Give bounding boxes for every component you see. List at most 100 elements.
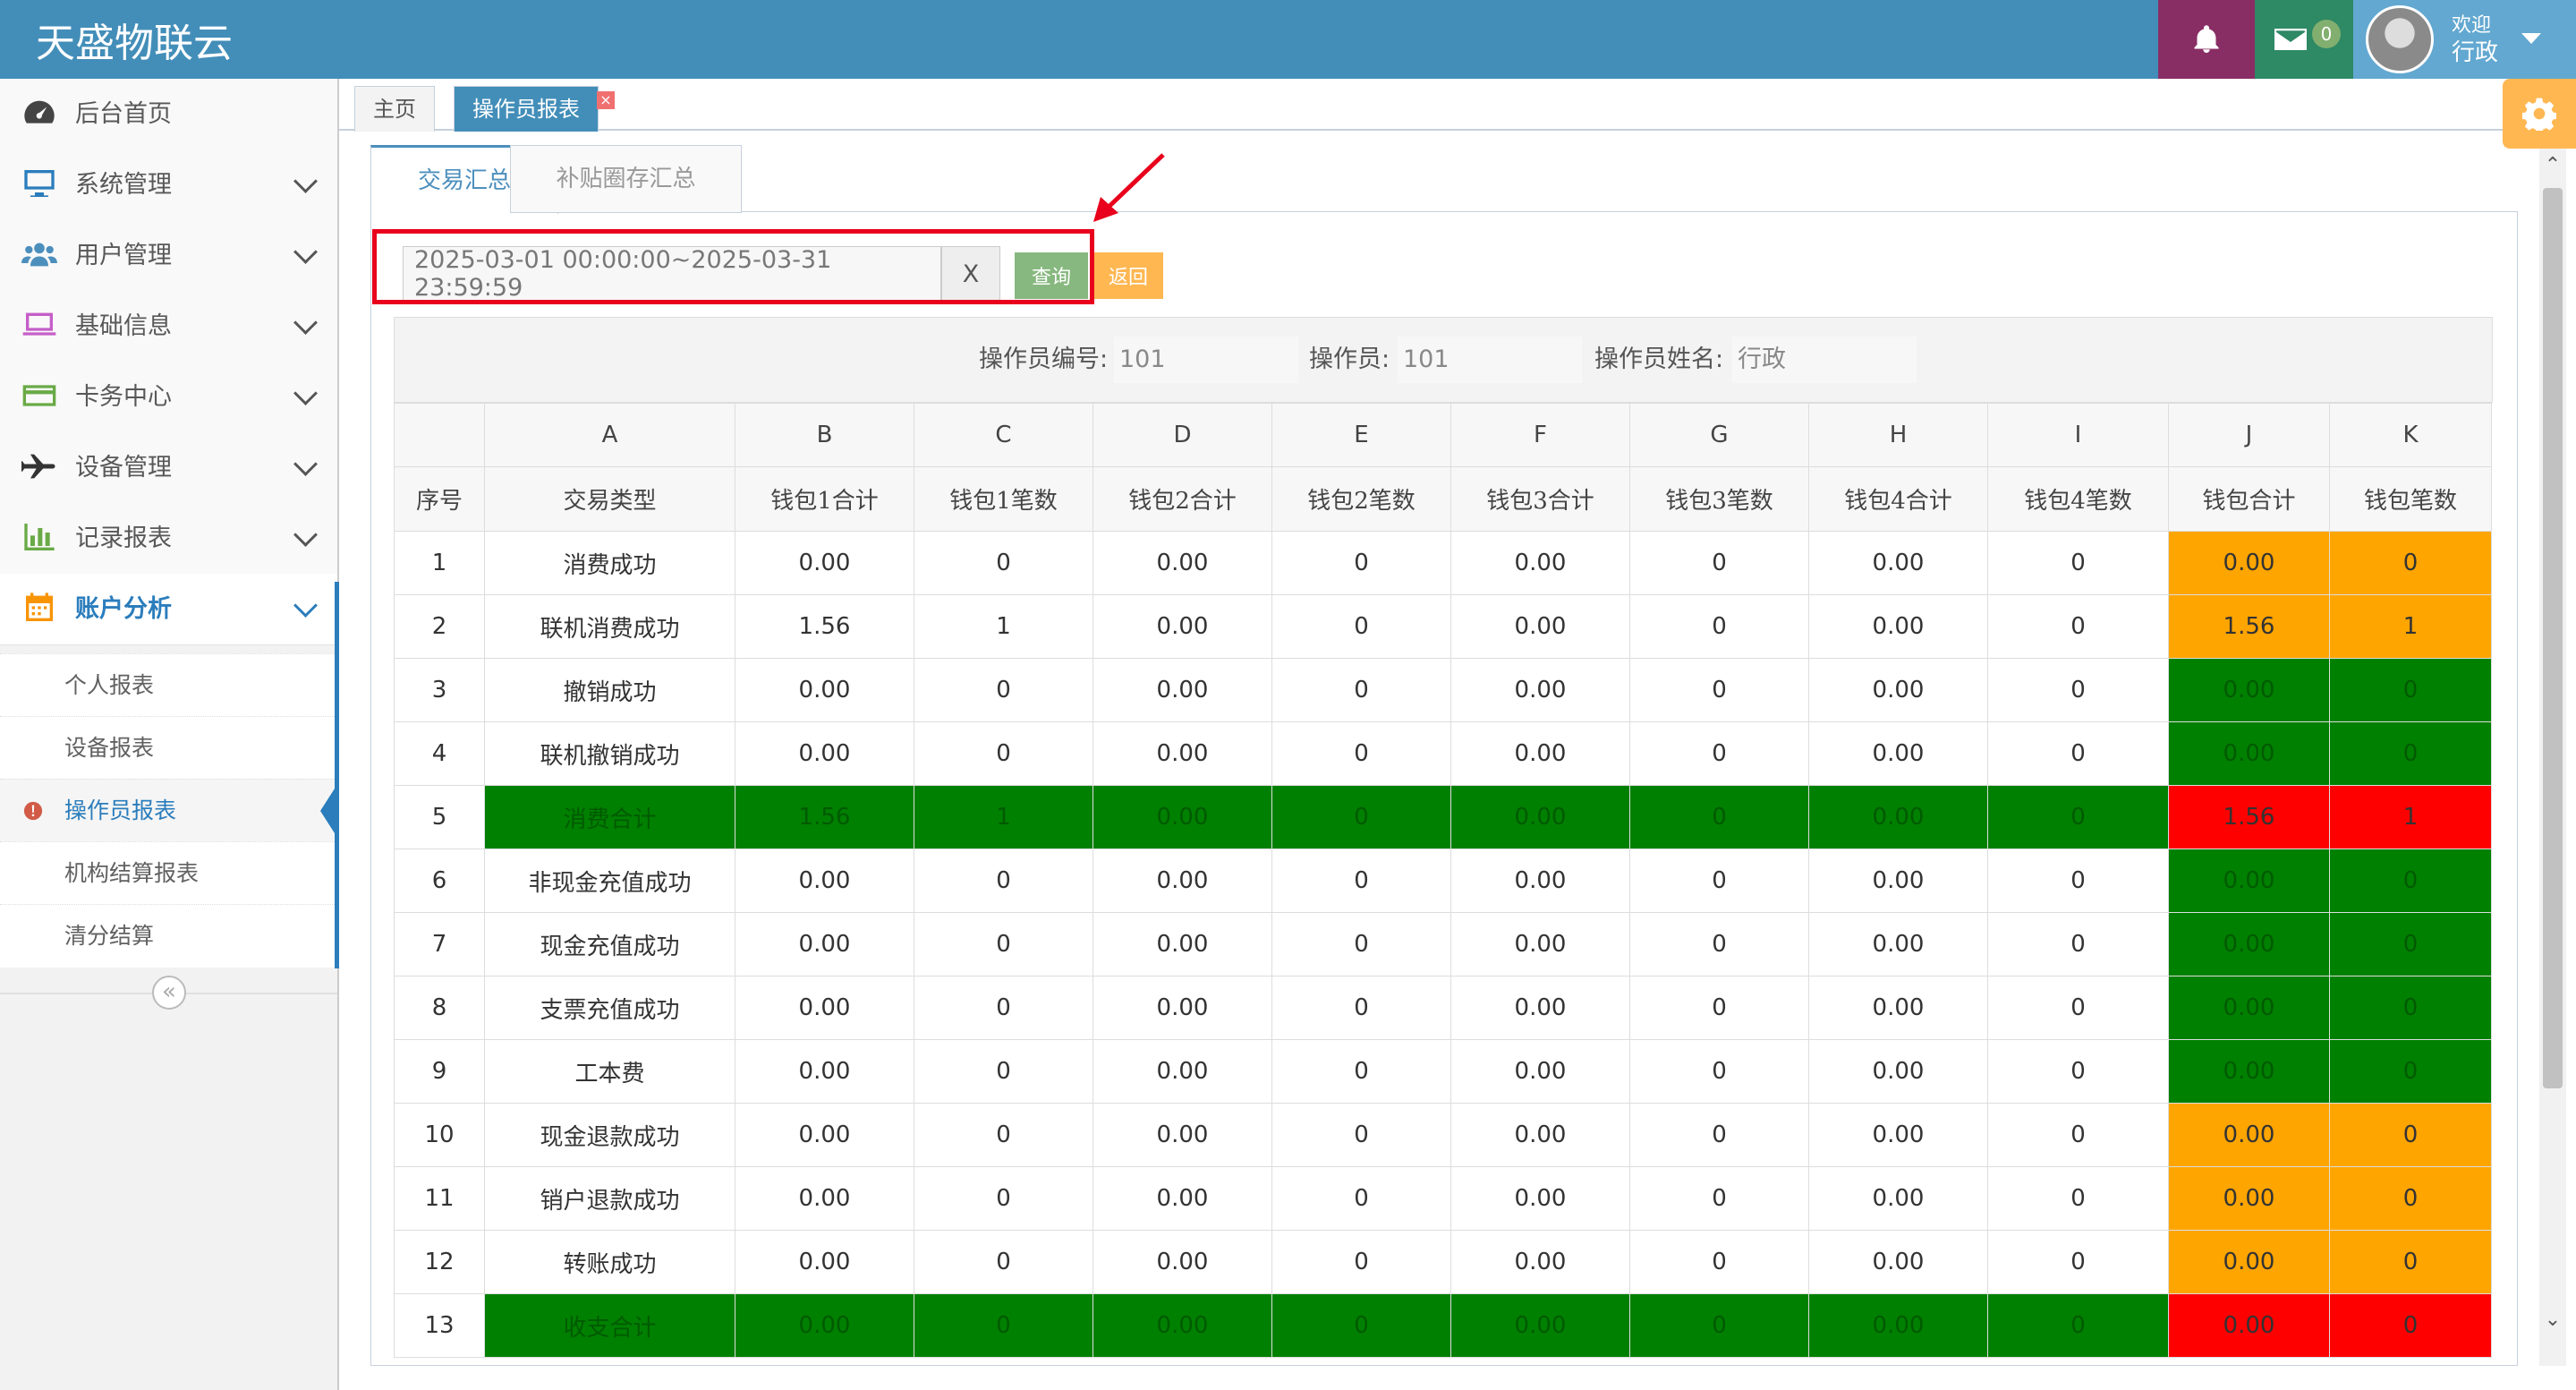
table-cell: 0 (1987, 1103, 2169, 1167)
scroll-down-icon[interactable]: ⌄ (2541, 1309, 2564, 1332)
table-cell: 0 (2329, 1230, 2492, 1294)
table-cell: 0.00 (1450, 912, 1630, 976)
table-cell: 0 (1271, 658, 1451, 722)
table-cell: 0 (1271, 531, 1451, 595)
tab-subsidy-summary[interactable]: 补贴圈存汇总 (510, 145, 742, 213)
column-header: 钱包合计 (2168, 466, 2330, 532)
table-cell: 0.00 (1808, 594, 1988, 659)
table-cell: 0.00 (1808, 1166, 1988, 1231)
table-cell: 0.00 (1092, 785, 1272, 849)
table-cell: 0.00 (2168, 658, 2330, 722)
table-cell: 0 (1271, 721, 1451, 786)
table-cell: 0.00 (1450, 1039, 1630, 1104)
envelope-icon (2274, 29, 2307, 50)
table-cell: 0.00 (1092, 1103, 1272, 1167)
submenu-operator-report[interactable]: 操作员报表 (0, 779, 335, 842)
scroll-up-icon[interactable]: ⌃ (2541, 154, 2564, 177)
table-cell: 0 (2329, 1039, 2492, 1104)
table-cell: 4 (394, 721, 485, 786)
tab-operator-report[interactable]: 操作员报表 (454, 86, 599, 132)
table-cell: 0 (1629, 848, 1809, 913)
sidebar-collapse-button[interactable]: « (152, 976, 186, 1010)
column-header: 钱包1合计 (735, 466, 914, 532)
table-cell: 0.00 (1092, 1293, 1272, 1358)
table-cell: 0 (1629, 912, 1809, 976)
calendar-icon (26, 593, 53, 621)
sidebar-item-users[interactable]: 用户管理 (0, 220, 337, 292)
table-cell: 0 (2329, 1103, 2492, 1167)
user-menu[interactable]: 欢迎 行政 (2353, 0, 2576, 79)
table-row: 7 现金充值成功 0.00 0 0.00 0 0.00 0 0.00 0 0.00 0 (394, 912, 2492, 976)
table-row: 9 工本费 0.00 0 0.00 0 0.00 0 0.00 0 0.00 0 (394, 1039, 2492, 1104)
table-cell: 0 (914, 848, 1093, 913)
table-cell: 7 (394, 912, 485, 976)
table-cell: 0.00 (2168, 976, 2330, 1040)
table-cell: 0 (1271, 594, 1451, 659)
app-title[interactable]: 天盛物联云 (36, 0, 233, 79)
sidebar-item-basic-info[interactable]: 基础信息 (0, 291, 337, 362)
operator-name-value: 行政 (1732, 337, 1917, 383)
table-cell: 0 (2329, 531, 2492, 595)
table-cell: 0 (2329, 721, 2492, 786)
table-cell: 0.00 (2168, 912, 2330, 976)
table-cell: 0 (1987, 976, 2169, 1040)
column-letter: G (1629, 403, 1809, 467)
desktop-icon (24, 170, 55, 197)
submenu-device-report[interactable]: 设备报表 (0, 716, 335, 780)
table-cell: 0.00 (1092, 1166, 1272, 1231)
table-cell: 0.00 (1092, 1230, 1272, 1294)
chevron-down-icon (293, 311, 318, 335)
table-cell: 0 (2329, 976, 2492, 1040)
submenu-org-settlement-report[interactable]: 机构结算报表 (0, 841, 335, 905)
sidebar-item-card-center[interactable]: 卡务中心 (0, 362, 337, 433)
table-cell: 0 (1987, 785, 2169, 849)
table-cell: 10 (394, 1103, 485, 1167)
table-cell: 0 (1987, 1230, 2169, 1294)
table-cell: 0 (914, 658, 1093, 722)
notifications-button[interactable] (2158, 0, 2255, 79)
column-letter: H (1808, 403, 1988, 467)
table-cell: 1.56 (735, 594, 914, 659)
table-cell: 0.00 (1808, 1293, 1988, 1358)
scrollbar-thumb[interactable] (2543, 188, 2563, 1088)
table-cell: 0.00 (1092, 912, 1272, 976)
submenu-personal-report[interactable]: 个人报表 (0, 653, 335, 717)
table-cell: 0.00 (1092, 721, 1272, 786)
sidebar-item-home[interactable]: 后台首页 (0, 79, 337, 150)
table-cell: 0.00 (1450, 1166, 1630, 1231)
column-header: 钱包1笔数 (914, 466, 1093, 532)
table-row: 11 销户退款成功 0.00 0 0.00 0 0.00 0 0.00 0 0.00 0 (394, 1166, 2492, 1231)
table-cell: 0 (1629, 1293, 1809, 1358)
table-cell: 0.00 (1092, 848, 1272, 913)
table-cell: 0 (2329, 1166, 2492, 1231)
sidebar-item-devices[interactable]: 设备管理 (0, 432, 337, 504)
table-row: 5 消费合计 1.56 1 0.00 0 0.00 0 0.00 0 1.56 1 (394, 785, 2492, 849)
operator-code-value: 101 (1114, 337, 1298, 383)
back-button[interactable]: 返回 (1093, 252, 1163, 299)
close-tab-button[interactable]: × (597, 91, 615, 109)
tab-home[interactable]: 主页 (354, 86, 435, 132)
sidebar-item-system[interactable]: 系统管理 (0, 149, 337, 221)
chevron-down-icon (293, 169, 318, 193)
table-cell: 2 (394, 594, 485, 659)
table-cell: 0.00 (1450, 848, 1630, 913)
table-cell: 11 (394, 1166, 485, 1231)
table-cell: 0.00 (1450, 785, 1630, 849)
table-cell: 0 (914, 1039, 1093, 1104)
table-cell: 0.00 (2168, 531, 2330, 595)
settings-button[interactable] (2503, 79, 2576, 149)
table-cell: 现金充值成功 (484, 912, 735, 976)
messages-button[interactable]: 0 (2255, 0, 2353, 79)
table-cell: 0.00 (1450, 531, 1630, 595)
sidebar-item-records[interactable]: 记录报表 (0, 503, 337, 575)
table-cell: 0.00 (735, 1103, 914, 1167)
table-cell: 0.00 (735, 658, 914, 722)
table-cell: 0 (1987, 594, 2169, 659)
submenu-label: 操作员报表 (64, 797, 177, 823)
chevron-down-icon (293, 240, 318, 264)
submenu-clearing-settlement[interactable]: 清分结算 (0, 904, 335, 968)
table-cell: 0 (1629, 1230, 1809, 1294)
sidebar-item-account-analysis[interactable]: 账户分析 (0, 574, 337, 645)
table-cell: 3 (394, 658, 485, 722)
table-cell: 0 (1987, 658, 2169, 722)
